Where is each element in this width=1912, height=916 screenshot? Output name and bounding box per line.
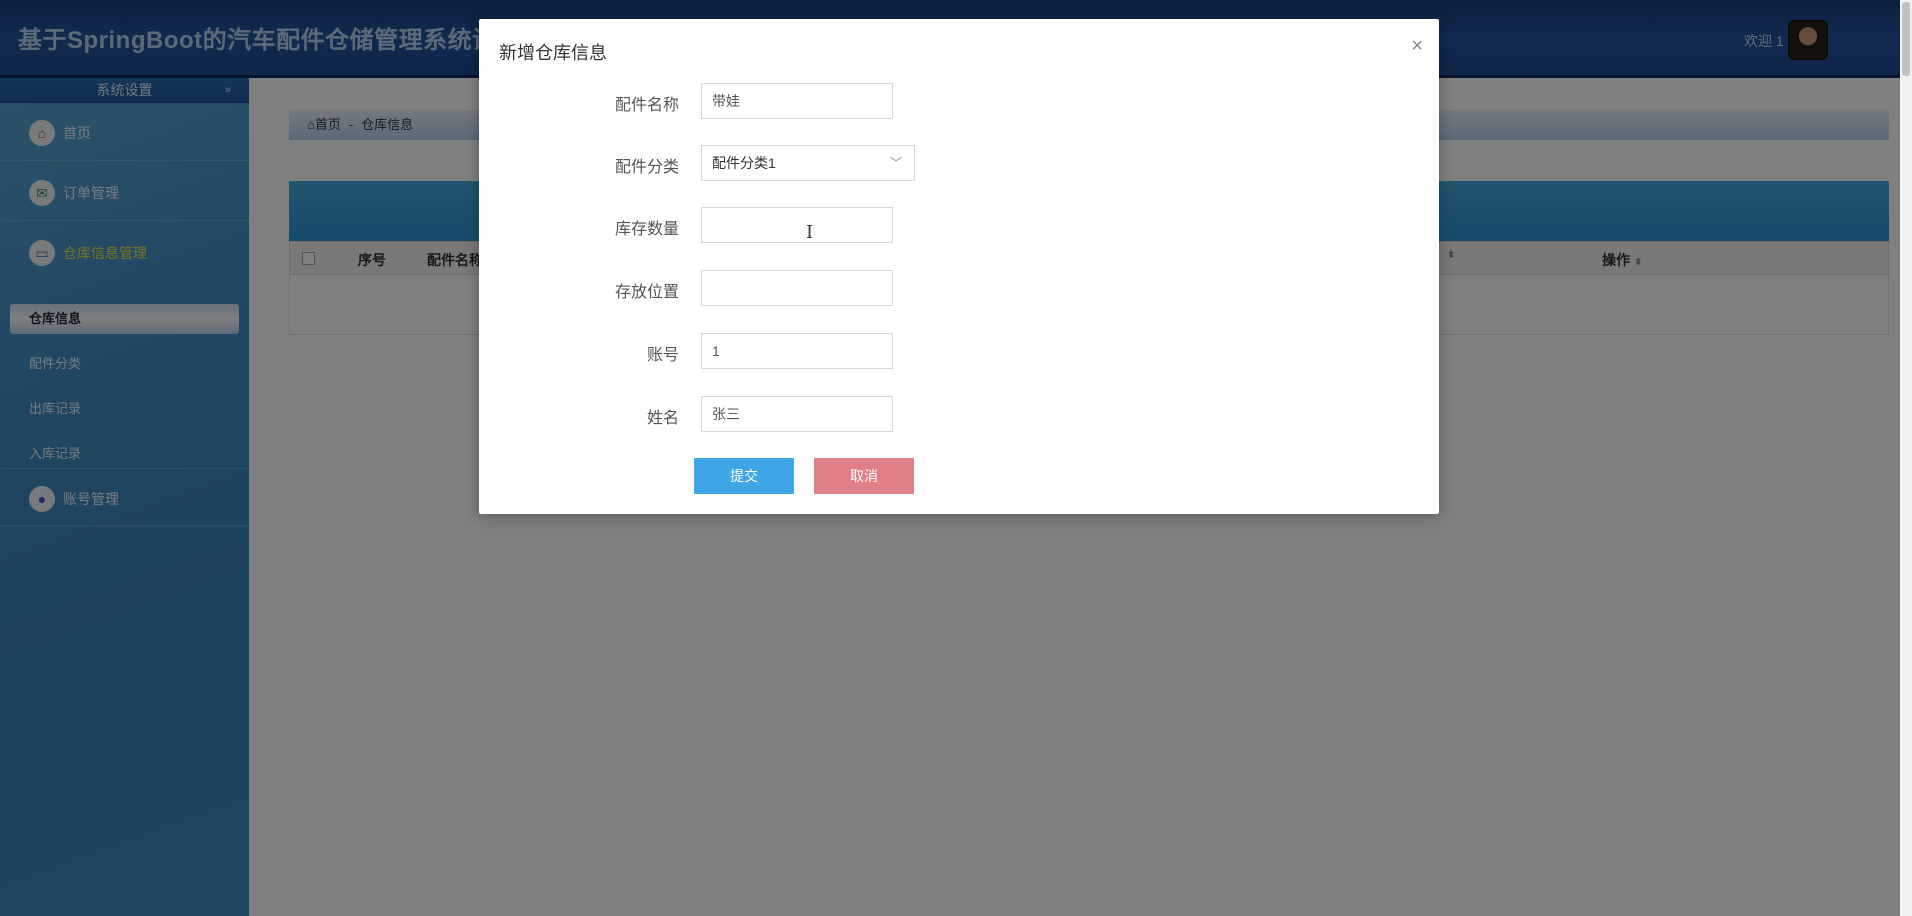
field-label: 库存数量 [614,221,679,238]
chevron-down-icon: ﹀ [889,156,902,170]
part-name-input[interactable]: 带娃 [701,83,893,119]
add-warehouse-dialog: 新增仓库信息 × 配件名称 带娃 配件分类 配件分类1 ﹀ 库存数量 存放位置 … [479,19,1439,514]
text-cursor-icon: I [806,222,814,243]
scrollbar-thumb[interactable] [1902,2,1910,76]
field-row: 账号 1 [479,333,1439,369]
field-label: 存放位置 [614,284,679,301]
submit-button[interactable]: 提交 [694,458,794,494]
field-row: 存放位置 [479,270,1439,306]
field-row: 姓名 张三 [479,396,1439,432]
field-row: 库存数量 [479,207,1439,243]
account-input[interactable]: 1 [701,333,893,369]
select-value: 配件分类1 [712,155,776,171]
field-label: 配件名称 [614,97,679,114]
name-input[interactable]: 张三 [701,396,893,432]
cancel-button[interactable]: 取消 [814,458,914,494]
part-category-select[interactable]: 配件分类1 ﹀ [701,145,915,181]
field-row: 配件分类 配件分类1 ﹀ [479,145,1439,181]
close-icon[interactable]: × [1411,36,1423,56]
page-scrollbar[interactable] [1900,0,1912,916]
field-label: 姓名 [646,410,679,427]
storage-location-input[interactable] [701,270,893,306]
stock-quantity-input[interactable] [701,207,893,243]
field-label: 配件分类 [614,159,679,176]
field-label: 账号 [646,347,679,364]
field-row: 配件名称 带娃 [479,83,1439,119]
dialog-title: 新增仓库信息 [499,43,607,63]
